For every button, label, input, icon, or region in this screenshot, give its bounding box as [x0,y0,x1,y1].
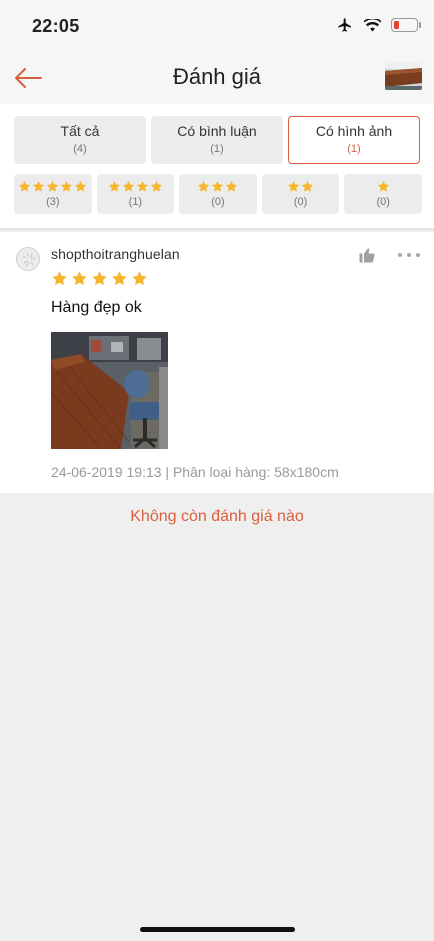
star-icon [132,271,147,286]
filter-tabs: Tất cả (4) Có bình luận (1) Có hình ảnh … [14,116,420,164]
product-image [385,63,422,90]
status-time: 22:05 [32,16,80,36]
filter-tab-count: (1) [210,143,224,155]
star-rating [108,180,163,193]
star-rating [377,180,390,193]
star-icon [47,180,59,192]
filter-tab-label: Có hình ảnh [315,123,393,139]
avatar[interactable] [16,247,40,271]
star-icon [226,180,238,192]
filter-tab-label: Có bình luận [177,123,257,139]
star-icon [150,180,162,192]
star-icon [75,180,87,192]
page-title: Đánh giá [172,64,262,89]
airplane-icon [338,18,351,32]
star-icon [33,180,45,192]
avatar-icon [17,248,39,270]
star-rating [18,180,87,193]
home-indicator [140,927,295,932]
star-icon [108,180,120,192]
review-card: shopthoitranghuelan Hàng đẹp ok 24-06-20 [0,232,434,493]
reviewer-name: shopthoitranghuelan [51,246,180,262]
star-filter-3[interactable]: (0) [179,174,257,214]
star-icon [301,180,314,192]
filter-tab-with-image[interactable]: Có hình ảnh (1) [288,116,420,164]
star-filter-count: (0) [376,195,390,208]
status-icons [336,17,421,33]
star-filter-count: (1) [128,195,143,208]
status-bar: 22:05 [0,0,434,52]
star-filter-count: (0) [211,195,225,208]
review-photo-image [51,332,168,449]
star-icon [287,180,300,192]
wifi-icon [364,18,381,31]
review-photo[interactable] [51,332,168,449]
star-icon [136,180,148,192]
star-filter-tabs: (3) (1) (0) (0) (0) [14,174,422,214]
star-icon [72,271,87,286]
star-filter-count: (3) [46,195,60,208]
review-rating [51,270,148,287]
filter-tab-count: (4) [73,143,87,155]
no-more-reviews-text: Không còn đánh giá nào [130,508,304,525]
star-filter-4[interactable]: (1) [96,174,175,214]
star-filter-2[interactable]: (0) [261,174,340,214]
star-icon [52,271,67,286]
battery-icon [391,18,421,32]
more-dot-icon [416,253,420,257]
more-options-button[interactable] [398,246,420,264]
filter-tab-all[interactable]: Tất cả (4) [14,116,146,164]
star-icon [61,180,73,192]
star-rating [287,180,314,193]
star-icon [92,271,107,286]
star-filter-1[interactable]: (0) [344,174,422,214]
filter-section: Tất cả (4) Có bình luận (1) Có hình ảnh … [0,104,434,230]
review-text: Hàng đẹp ok [51,299,142,316]
product-thumbnail[interactable] [385,63,422,90]
star-rating [197,180,238,193]
star-icon [212,180,224,192]
star-icon [112,271,127,286]
star-icon [377,180,389,192]
star-icon [198,180,210,192]
like-button[interactable] [358,246,376,264]
more-dot-icon [407,253,411,257]
filter-tab-with-comment[interactable]: Có bình luận (1) [151,116,283,164]
nav-bar: Đánh giá [0,52,434,104]
thumbs-up-icon [359,248,375,263]
more-dot-icon [398,253,402,257]
star-filter-5[interactable]: (3) [14,174,92,214]
star-icon [122,180,134,192]
filter-tab-count: (1) [347,143,361,155]
filter-tab-label: Tất cả [60,123,100,139]
star-filter-count: (0) [293,195,308,208]
review-meta: 24-06-2019 19:13 | Phân loại hàng: 58x18… [51,464,339,480]
star-icon [19,180,31,192]
